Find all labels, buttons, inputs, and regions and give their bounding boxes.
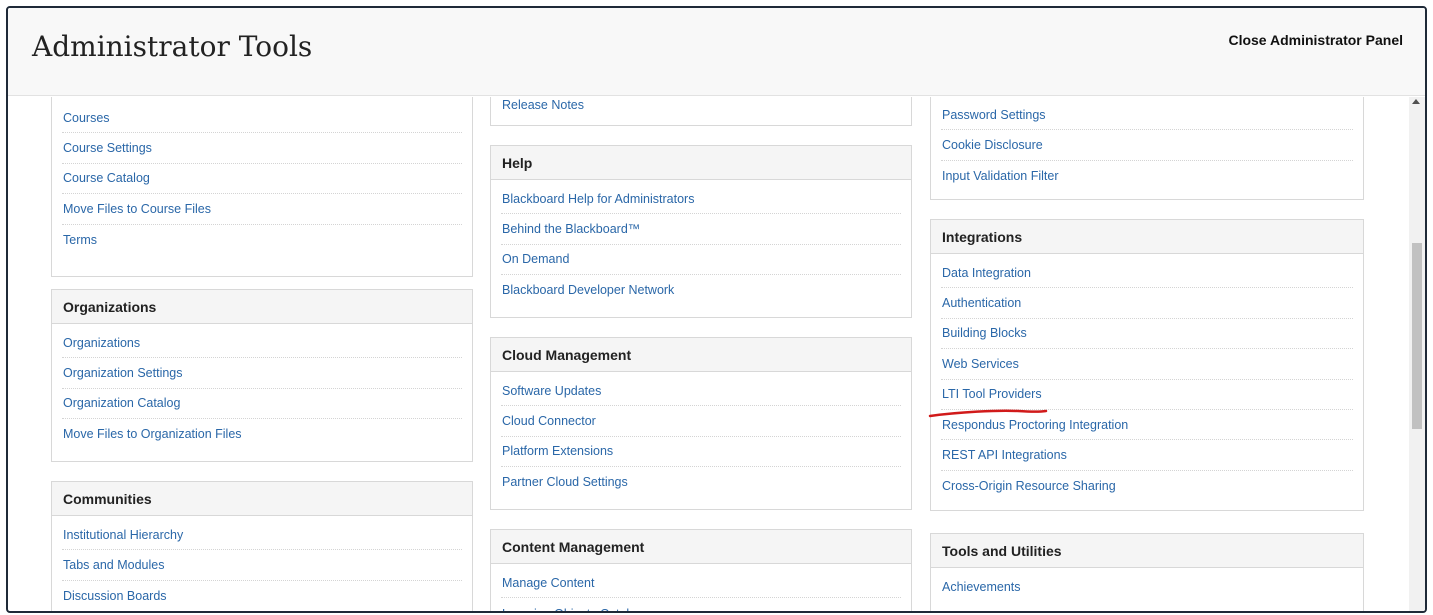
admin-content: Courses Course Settings Course Catalog M… — [8, 97, 1411, 611]
module-communities: Communities Institutional Hierarchy Tabs… — [51, 481, 473, 611]
module-organizations: Organizations Organizations Organization… — [51, 289, 473, 462]
module-title: Tools and Utilities — [931, 534, 1363, 568]
link-rest-api-integrations[interactable]: REST API Integrations — [941, 440, 1353, 471]
module-security: Password Settings Cookie Disclosure Inpu… — [930, 97, 1364, 200]
admin-panel-window: Administrator Tools Close Administrator … — [6, 6, 1427, 613]
module-title: Content Management — [491, 530, 911, 564]
module-tools-and-utilities: Tools and Utilities Achievements — [930, 533, 1364, 611]
module-title: Cloud Management — [491, 338, 911, 372]
link-organization-catalog[interactable]: Organization Catalog — [62, 389, 462, 420]
module-content-management: Content Management Manage Content Learni… — [490, 529, 912, 611]
link-move-files-course[interactable]: Move Files to Course Files — [62, 194, 462, 225]
link-release-notes[interactable]: Release Notes — [501, 97, 901, 120]
link-institutional-hierarchy[interactable]: Institutional Hierarchy — [62, 520, 462, 551]
link-terms[interactable]: Terms — [62, 225, 462, 255]
link-cloud-connector[interactable]: Cloud Connector — [501, 406, 901, 437]
scroll-up-arrow-icon[interactable] — [1412, 99, 1420, 104]
link-developer-network[interactable]: Blackboard Developer Network — [501, 275, 901, 305]
link-password-settings[interactable]: Password Settings — [941, 100, 1353, 131]
link-blackboard-help[interactable]: Blackboard Help for Administrators — [501, 184, 901, 215]
module-help: Help Blackboard Help for Administrators … — [490, 145, 912, 318]
link-partner-cloud-settings[interactable]: Partner Cloud Settings — [501, 467, 901, 497]
link-authentication[interactable]: Authentication — [941, 288, 1353, 319]
link-software-updates[interactable]: Software Updates — [501, 376, 901, 407]
link-web-services[interactable]: Web Services — [941, 349, 1353, 380]
link-discussion-boards[interactable]: Discussion Boards — [62, 581, 462, 611]
link-organizations[interactable]: Organizations — [62, 328, 462, 359]
link-data-integration[interactable]: Data Integration — [941, 258, 1353, 289]
link-course-catalog[interactable]: Course Catalog — [62, 164, 462, 195]
link-achievements[interactable]: Achievements — [941, 572, 1353, 602]
admin-header: Administrator Tools Close Administrator … — [8, 8, 1425, 96]
link-move-files-organization[interactable]: Move Files to Organization Files — [62, 419, 462, 449]
link-respondus-proctoring[interactable]: Respondus Proctoring Integration — [941, 410, 1353, 441]
module-top-col2: Release Notes — [490, 97, 912, 126]
page-title: Administrator Tools — [32, 30, 313, 63]
module-title: Help — [491, 146, 911, 180]
link-tabs-and-modules[interactable]: Tabs and Modules — [62, 550, 462, 581]
scrollbar-thumb[interactable] — [1412, 243, 1422, 429]
link-cors[interactable]: Cross-Origin Resource Sharing — [941, 471, 1353, 501]
link-lti-tool-providers[interactable]: LTI Tool Providers — [941, 380, 1353, 410]
module-title: Organizations — [52, 290, 472, 324]
link-organization-settings[interactable]: Organization Settings — [62, 358, 462, 389]
link-courses[interactable]: Courses — [62, 103, 462, 134]
link-input-validation-filter[interactable]: Input Validation Filter — [941, 161, 1353, 191]
link-learning-objects-catalog[interactable]: Learning Objects Catalog — [501, 598, 901, 611]
link-on-demand[interactable]: On Demand — [501, 245, 901, 276]
link-cookie-disclosure[interactable]: Cookie Disclosure — [941, 130, 1353, 161]
vertical-scrollbar[interactable] — [1409, 97, 1425, 611]
link-behind-the-blackboard[interactable]: Behind the Blackboard™ — [501, 214, 901, 245]
link-building-blocks[interactable]: Building Blocks — [941, 319, 1353, 350]
module-cloud-management: Cloud Management Software Updates Cloud … — [490, 337, 912, 510]
link-course-settings[interactable]: Course Settings — [62, 133, 462, 164]
close-admin-panel-button[interactable]: Close Administrator Panel — [1228, 32, 1403, 48]
module-integrations: Integrations Data Integration Authentica… — [930, 219, 1364, 511]
module-title: Communities — [52, 482, 472, 516]
module-title: Integrations — [931, 220, 1363, 254]
link-platform-extensions[interactable]: Platform Extensions — [501, 437, 901, 468]
module-courses: Courses Course Settings Course Catalog M… — [51, 97, 473, 277]
link-manage-content[interactable]: Manage Content — [501, 568, 901, 599]
